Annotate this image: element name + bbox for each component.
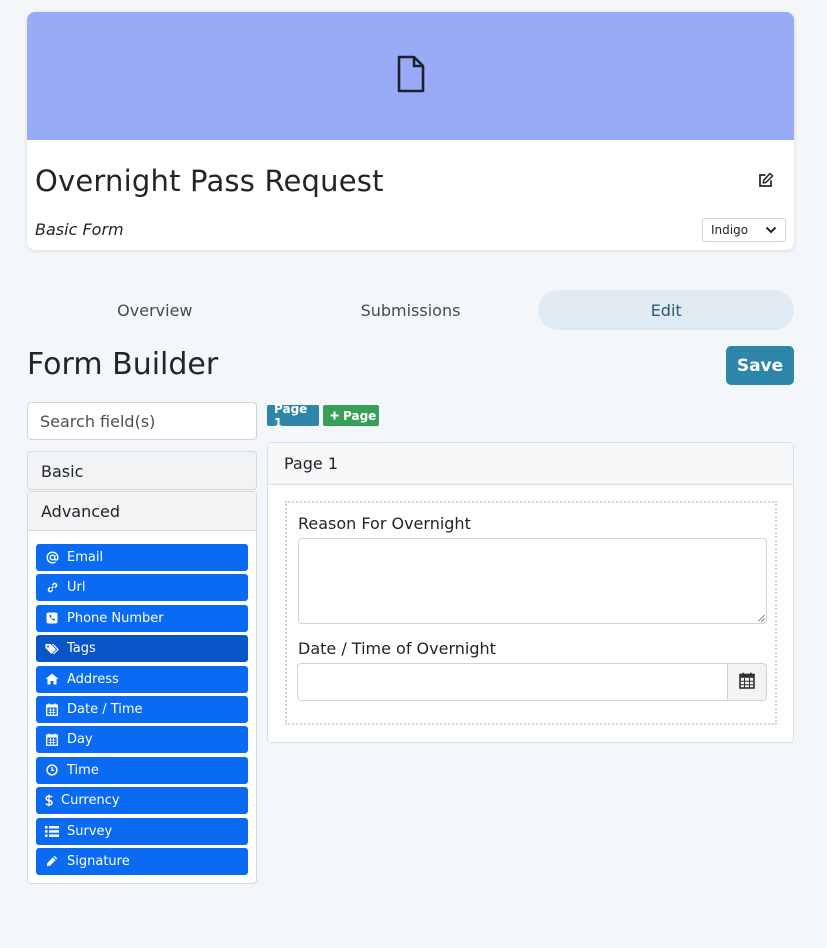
field-time-button[interactable]: Time <box>36 756 248 784</box>
field-tags-label: Tags <box>67 641 96 657</box>
edit-icon <box>758 172 774 192</box>
link-icon <box>45 581 59 595</box>
field-phone-label: Phone Number <box>67 610 164 626</box>
field-email-button[interactable]: Email <box>36 544 248 571</box>
dollar-icon <box>45 794 53 808</box>
search-input[interactable] <box>27 402 257 440</box>
field-email-label: Email <box>67 550 104 565</box>
at-icon <box>45 551 59 565</box>
field-signature-label: Signature <box>67 853 130 869</box>
clock-icon <box>45 763 59 777</box>
form-dropzone[interactable]: Reason For Overnight Date / Time of Over… <box>285 501 777 725</box>
form-tabs: Overview Submissions Edit <box>27 290 795 330</box>
tags-icon <box>45 642 59 656</box>
advanced-fields-group: Advanced Email Url Phone Number Tags Add… <box>27 491 257 884</box>
datetime-input[interactable] <box>297 663 727 701</box>
field-currency-button[interactable]: Currency <box>36 787 248 815</box>
form-title: Overnight Pass Request <box>35 164 384 198</box>
page-1-tab[interactable]: Page 1 <box>267 402 319 430</box>
field-day-label: Day <box>67 732 93 748</box>
field-datetime-button[interactable]: Date / Time <box>36 695 248 723</box>
field-day-button[interactable]: Day <box>36 726 248 754</box>
add-page-button[interactable]: Page <box>323 405 379 426</box>
field-address-button[interactable]: Address <box>36 665 248 693</box>
calendar-icon <box>45 733 59 747</box>
field-survey-label: Survey <box>67 823 113 839</box>
datetime-field-label: Date / Time of Overnight <box>298 639 496 658</box>
edit-title-button[interactable] <box>756 172 776 192</box>
tab-edit[interactable]: Edit <box>538 290 795 330</box>
page-title: Form Builder <box>27 347 219 382</box>
field-signature-button[interactable]: Signature <box>36 847 248 875</box>
field-currency-label: Currency <box>61 793 120 809</box>
field-url-label: Url <box>67 580 86 596</box>
pencil-icon <box>45 854 59 868</box>
calendar-icon <box>45 702 59 716</box>
field-survey-button[interactable]: Survey <box>36 817 248 845</box>
field-datetime-label: Date / Time <box>67 701 143 717</box>
field-tags-button[interactable]: Tags <box>36 635 248 663</box>
chevron-down-icon <box>765 223 777 237</box>
resize-handle-icon[interactable] <box>757 614 765 622</box>
theme-select[interactable]: Indigo <box>702 218 786 242</box>
reason-textarea[interactable] <box>298 538 767 624</box>
add-page-label: Page <box>343 408 377 423</box>
form-banner <box>27 12 794 140</box>
theme-select-value: Indigo <box>711 223 749 237</box>
form-type-label: Basic Form <box>35 220 124 239</box>
advanced-group-header[interactable]: Advanced <box>28 492 256 531</box>
field-url-button[interactable]: Url <box>36 574 248 602</box>
form-header-card: Overnight Pass Request Basic Form Indigo <box>27 12 794 250</box>
calendar-icon <box>739 672 755 693</box>
tab-overview[interactable]: Overview <box>27 290 283 330</box>
field-phone-button[interactable]: Phone Number <box>36 604 248 632</box>
page-panel: Page 1 Reason For Overnight Date / Time … <box>267 442 794 743</box>
basic-fields-group: Basic <box>27 451 257 490</box>
field-address-label: Address <box>67 671 119 687</box>
field-time-label: Time <box>67 762 99 778</box>
advanced-field-list: Email Url Phone Number Tags Address Date… <box>36 544 248 878</box>
list-icon <box>45 824 59 838</box>
datetime-picker-button[interactable] <box>727 663 767 701</box>
file-icon <box>396 55 426 97</box>
page-panel-title: Page 1 <box>268 443 793 485</box>
plus-icon <box>330 411 339 420</box>
save-button[interactable]: Save <box>726 346 794 385</box>
reason-field-label: Reason For Overnight <box>298 514 471 533</box>
home-icon <box>45 672 59 686</box>
phone-icon <box>45 611 59 625</box>
tab-submissions[interactable]: Submissions <box>283 290 539 330</box>
basic-group-header[interactable]: Basic <box>28 452 256 491</box>
